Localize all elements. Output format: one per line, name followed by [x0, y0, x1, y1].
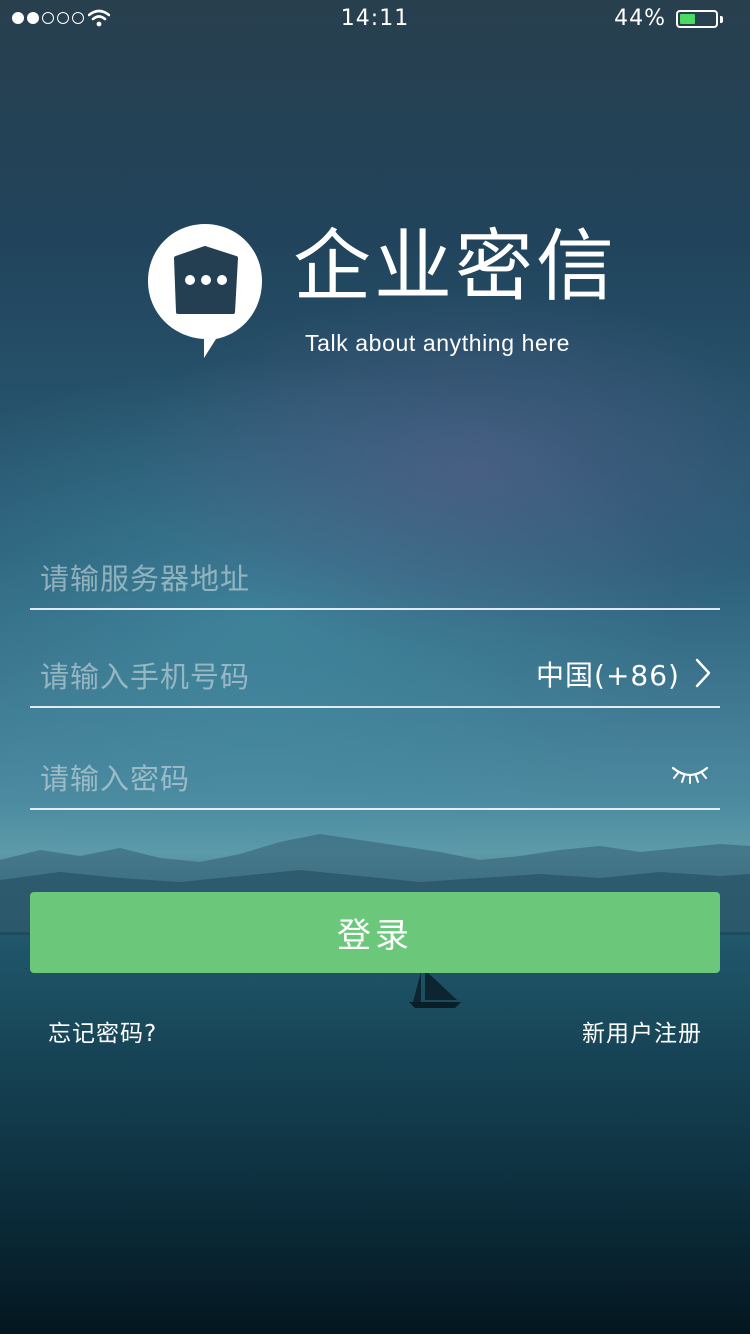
forgot-password-link[interactable]: 忘记密码? — [48, 1014, 157, 1048]
chevron-right-icon[interactable] — [692, 656, 714, 690]
lake-reflection — [0, 935, 750, 1334]
server-address-field — [30, 540, 720, 610]
password-input[interactable] — [38, 754, 502, 804]
battery-fill — [680, 14, 695, 24]
password-field — [30, 740, 720, 810]
login-button[interactable]: 登录 — [30, 892, 720, 973]
battery-percent: 44% — [614, 6, 666, 31]
phone-number-field: 中国(+86) — [30, 638, 720, 708]
app-tagline: Talk about anything here — [305, 330, 571, 356]
phone-number-input[interactable] — [38, 652, 502, 702]
register-link[interactable]: 新用户注册 — [582, 1014, 702, 1048]
battery-icon — [676, 10, 718, 28]
status-bar: 14:11 44% — [0, 0, 750, 40]
server-address-input[interactable] — [38, 554, 502, 604]
login-screen: 14:11 44% 企业密信 Talk about anything here … — [0, 0, 750, 1334]
country-code-selector[interactable]: 中国(+86) — [536, 654, 680, 694]
app-name: 企业密信 — [293, 222, 618, 312]
chat-bubble-logo-icon — [148, 224, 262, 358]
battery-tip — [720, 16, 723, 23]
eye-closed-icon[interactable] — [670, 762, 710, 784]
sailboat-silhouette — [409, 970, 461, 1008]
